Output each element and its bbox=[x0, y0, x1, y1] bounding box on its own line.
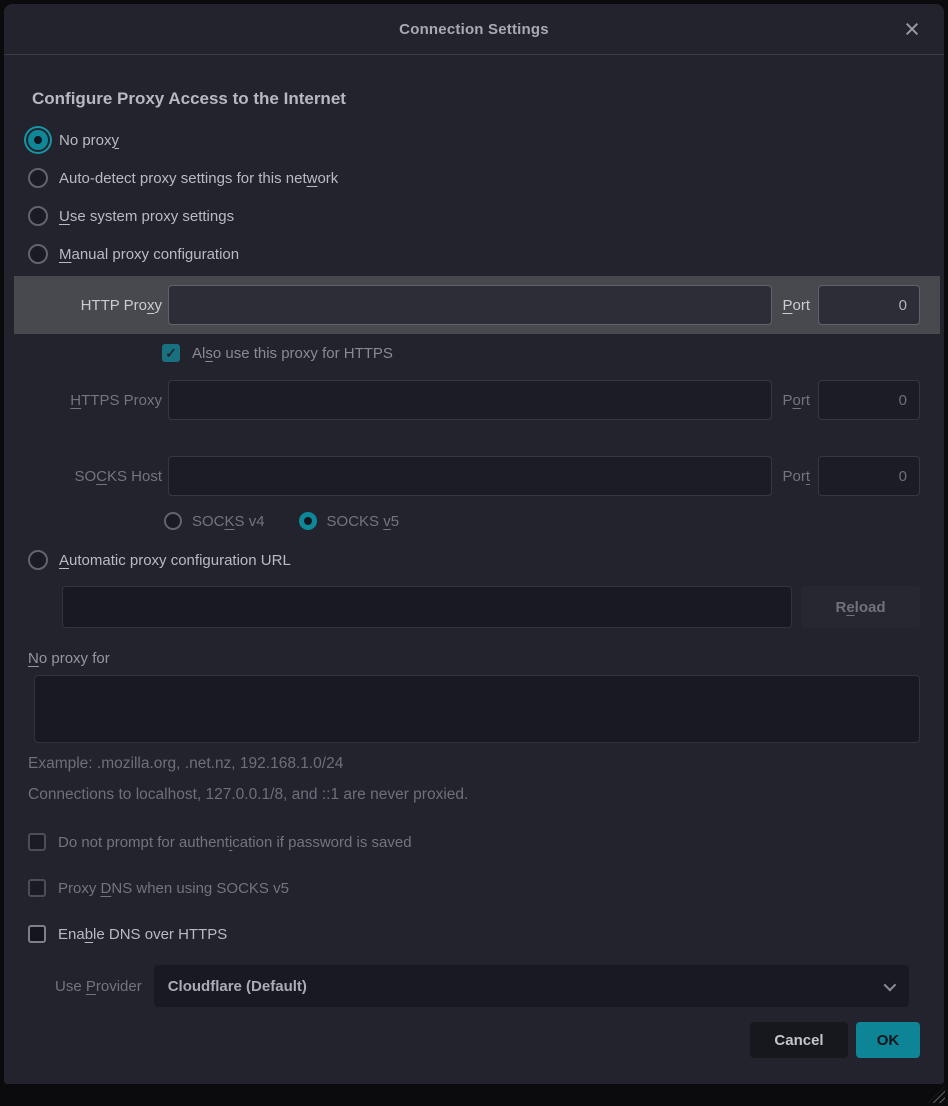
radio-button-icon[interactable] bbox=[28, 550, 48, 570]
https-proxy-label: HTTPS Proxy bbox=[28, 392, 162, 409]
share-proxy-label: Also use this proxy for HTTPS bbox=[192, 345, 393, 362]
doh-checkbox-row[interactable]: Enable DNS over HTTPS bbox=[28, 922, 920, 946]
example-note: Example: .mozilla.org, .net.nz, 192.168.… bbox=[28, 755, 920, 773]
proxy-dns-label: Proxy DNS when using SOCKS v5 bbox=[58, 880, 289, 897]
proxy-dns-checkbox-row[interactable]: Proxy DNS when using SOCKS v5 bbox=[28, 876, 920, 900]
https-proxy-input[interactable] bbox=[168, 380, 772, 420]
doh-label: Enable DNS over HTTPS bbox=[58, 926, 227, 943]
close-icon[interactable]: × bbox=[896, 13, 928, 45]
radio-socks-v4-icon[interactable] bbox=[164, 512, 182, 530]
radio-manual[interactable]: Manual proxy configuration bbox=[28, 235, 920, 273]
localhost-note: Connections to localhost, 127.0.0.1/8, a… bbox=[28, 786, 920, 804]
checkbox-icon[interactable] bbox=[28, 833, 46, 851]
socks-v4-label: SOCKS v4 bbox=[192, 513, 265, 530]
cancel-button[interactable]: Cancel bbox=[750, 1022, 848, 1058]
provider-value: Cloudflare (Default) bbox=[168, 978, 307, 995]
dialog-titlebar: Connection Settings × bbox=[4, 4, 944, 55]
http-proxy-label: HTTP Proxy bbox=[28, 297, 162, 314]
https-port-label: Port bbox=[782, 392, 810, 409]
radio-no-proxy-label: No proxy bbox=[59, 132, 119, 149]
auto-config-url-input[interactable] bbox=[62, 586, 792, 628]
dialog-title: Connection Settings bbox=[399, 21, 549, 38]
http-port-input[interactable] bbox=[818, 285, 920, 325]
https-port-input[interactable] bbox=[818, 380, 920, 420]
no-proxy-for-label: No proxy for bbox=[28, 650, 920, 667]
share-proxy-checkbox-row[interactable]: ✓ Also use this proxy for HTTPS bbox=[162, 334, 920, 372]
https-proxy-row: HTTPS Proxy Port bbox=[28, 380, 920, 420]
provider-label: Use Provider bbox=[55, 978, 142, 995]
http-proxy-input[interactable] bbox=[168, 285, 772, 325]
window-frame: Connection Settings × Configure Proxy Ac… bbox=[0, 0, 948, 1106]
dialog-actions: Cancel OK bbox=[28, 1022, 920, 1058]
radio-use-system[interactable]: Use system proxy settings bbox=[28, 197, 920, 235]
http-port-label: Port bbox=[782, 297, 810, 314]
checkbox-checked-icon[interactable]: ✓ bbox=[162, 344, 180, 362]
checkbox-icon[interactable] bbox=[28, 925, 46, 943]
provider-row: Use Provider Cloudflare (Default) bbox=[28, 965, 920, 1007]
no-proxy-for-textarea[interactable] bbox=[34, 675, 920, 743]
radio-socks-v5-icon[interactable] bbox=[299, 512, 317, 530]
radio-button-icon[interactable] bbox=[28, 168, 48, 188]
socks-version-row: SOCKS v4 SOCKS v5 bbox=[164, 506, 920, 536]
http-proxy-row: HTTP Proxy Port bbox=[28, 285, 920, 325]
radio-manual-label: Manual proxy configuration bbox=[59, 246, 239, 263]
no-prompt-checkbox-row[interactable]: Do not prompt for authentication if pass… bbox=[28, 830, 920, 854]
socks-port-label: Port bbox=[782, 468, 810, 485]
checkbox-icon[interactable] bbox=[28, 879, 46, 897]
http-proxy-highlight-row: HTTP Proxy Port bbox=[14, 276, 940, 334]
radio-auto-url-label: Automatic proxy configuration URL bbox=[59, 552, 291, 569]
radio-button-icon[interactable] bbox=[28, 206, 48, 226]
auto-config-url-row: Reload bbox=[28, 586, 920, 628]
radio-auto-detect-label: Auto-detect proxy settings for this netw… bbox=[59, 170, 338, 187]
socks-port-input[interactable] bbox=[818, 456, 920, 496]
radio-auto-url[interactable]: Automatic proxy configuration URL bbox=[28, 541, 920, 579]
page-title: Configure Proxy Access to the Internet bbox=[32, 89, 916, 109]
radio-auto-detect[interactable]: Auto-detect proxy settings for this netw… bbox=[28, 159, 920, 197]
radio-use-system-label: Use system proxy settings bbox=[59, 208, 234, 225]
socks-host-row: SOCKS Host Port bbox=[28, 456, 920, 496]
radio-button-icon[interactable] bbox=[28, 244, 48, 264]
dialog-content: Configure Proxy Access to the Internet N… bbox=[4, 55, 944, 1084]
radio-no-proxy[interactable]: No proxy bbox=[28, 121, 920, 159]
socks-host-label: SOCKS Host bbox=[28, 468, 162, 485]
ok-button[interactable]: OK bbox=[856, 1022, 920, 1058]
radio-button-icon[interactable] bbox=[28, 130, 48, 150]
reload-button[interactable]: Reload bbox=[801, 586, 920, 628]
resize-grip[interactable] bbox=[928, 1086, 945, 1103]
chevron-down-icon bbox=[884, 978, 897, 991]
connection-settings-dialog: Connection Settings × Configure Proxy Ac… bbox=[4, 4, 944, 1084]
socks-host-input[interactable] bbox=[168, 456, 772, 496]
no-prompt-label: Do not prompt for authentication if pass… bbox=[58, 834, 412, 851]
provider-dropdown[interactable]: Cloudflare (Default) bbox=[154, 965, 909, 1007]
socks-v5-label: SOCKS v5 bbox=[327, 513, 400, 530]
